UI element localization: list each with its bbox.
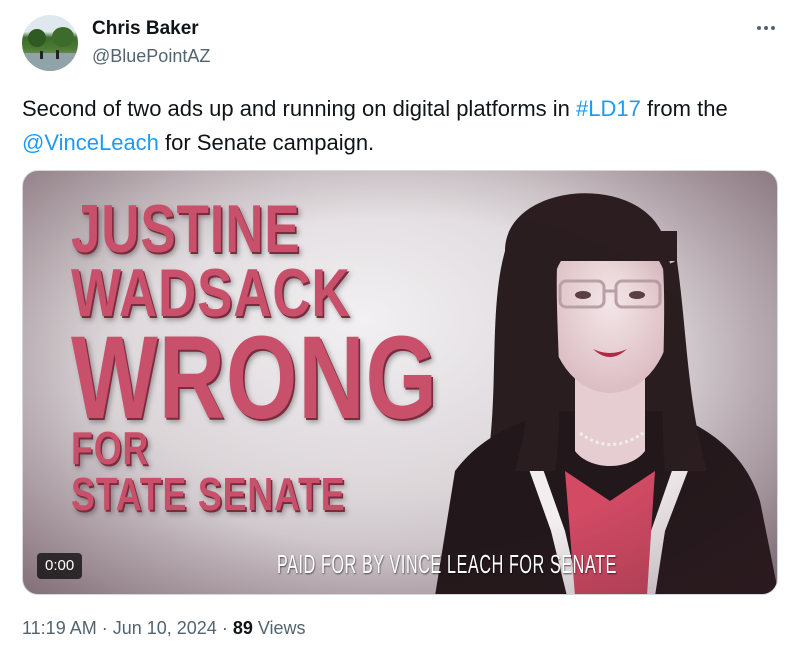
author-name[interactable]: Chris Baker — [92, 18, 199, 40]
meta-separator: · — [96, 618, 113, 638]
tweet-text-part: Second of two ads up and running on digi… — [22, 96, 577, 121]
tweet-meta: 11:19 AM · Jun 10, 2024 · 89 Views — [22, 618, 306, 639]
tweet-text-part: from the — [640, 96, 728, 121]
ad-subline: FOR — [71, 422, 150, 474]
tweet-time[interactable]: 11:19 AM — [22, 618, 97, 638]
views-count: 89 — [232, 618, 253, 638]
avatar-water — [22, 53, 78, 71]
author-handle[interactable]: @BluePointAZ — [92, 46, 210, 67]
video-timecode: 0:00 — [37, 553, 83, 579]
avatar-tree — [52, 27, 74, 47]
paid-for-disclaimer: PAID FOR BY VINCE LEACH FOR SENATE — [277, 549, 617, 579]
more-horizontal-icon[interactable] — [752, 18, 780, 38]
ad-headline-line: JUSTINE — [71, 191, 301, 267]
avatar-figure — [56, 50, 59, 59]
tweet-text-part: for Senate campaign. — [158, 130, 375, 155]
tweet-date[interactable]: Jun 10, 2024 — [113, 618, 217, 638]
avatar-figure — [40, 51, 43, 59]
meta-separator: · — [216, 618, 233, 638]
mention-link[interactable]: @VinceLeach — [22, 130, 159, 155]
avatar-tree — [28, 29, 46, 47]
hashtag-link[interactable]: #LD17 — [576, 96, 641, 121]
video-player[interactable]: JUSTINE WADSACK WRONG FOR STATE SENATE P… — [22, 170, 778, 595]
ad-subline: STATE SENATE — [71, 468, 346, 520]
avatar[interactable] — [22, 15, 78, 71]
tweet-text: Second of two ads up and running on digi… — [22, 92, 792, 160]
ad-headline-main: WRONG — [71, 312, 438, 444]
views-label: Views — [257, 618, 306, 638]
